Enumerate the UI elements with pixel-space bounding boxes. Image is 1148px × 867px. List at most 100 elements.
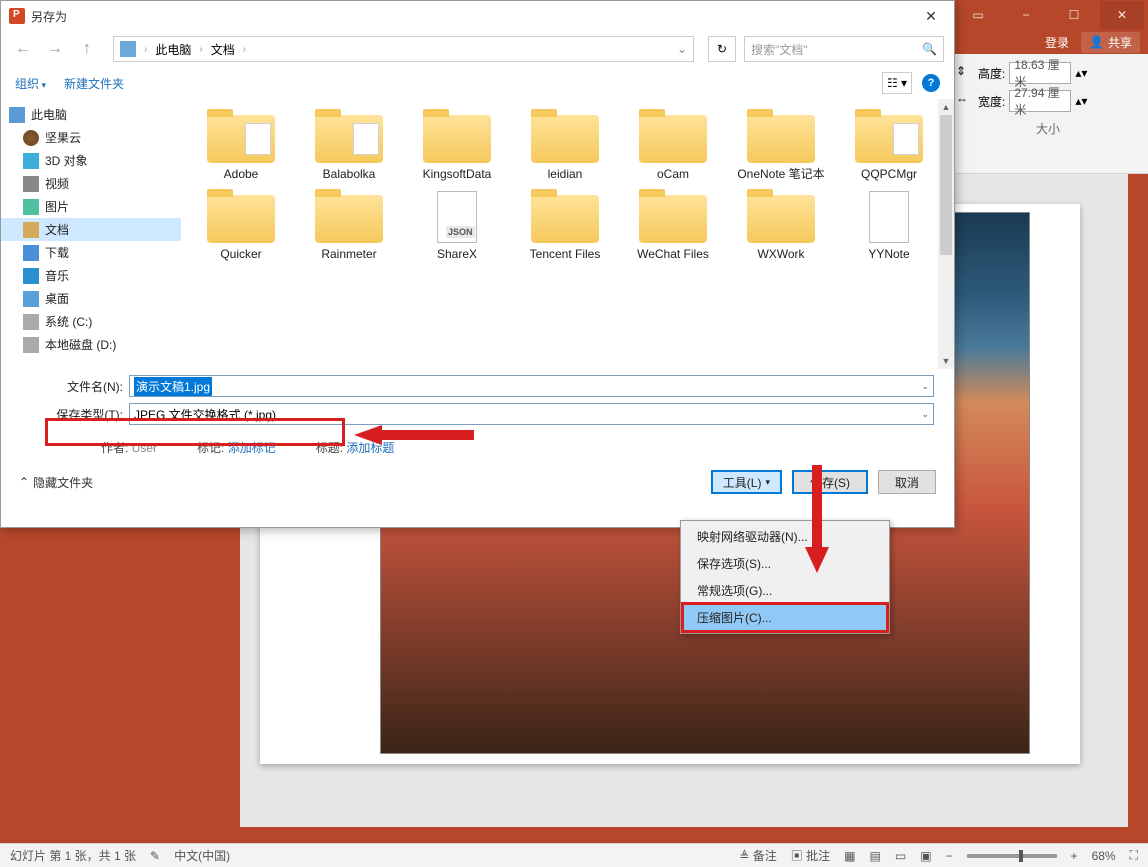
zoom-out-icon[interactable]: − [946,849,953,863]
file-item[interactable]: Rainmeter [299,189,399,261]
search-input[interactable]: 搜索"文档" 🔍 [744,36,944,62]
dialog-close-button[interactable]: ✕ [916,4,946,28]
view-normal-icon[interactable]: ▦ [844,849,855,863]
hide-folders-toggle[interactable]: ⌃ 隐藏文件夹 [19,474,93,491]
file-item[interactable]: KingsoftData [407,109,507,181]
notes-button[interactable]: ≜ 备注 [739,847,776,864]
powerpoint-icon [9,8,25,24]
view-slideshow-icon[interactable]: ▣ [920,849,931,863]
sidebar-item[interactable]: 视频 [1,172,181,195]
breadcrumb[interactable]: › 此电脑 › 文档 › ⌄ [113,36,694,62]
file-item[interactable]: QQPCMgr [839,109,939,181]
tools-button[interactable]: 工具(L) [711,470,782,494]
save-as-dialog: 另存为 ✕ ← → ↑ › 此电脑 › 文档 › ⌄ ↻ 搜索"文档" 🔍 组织… [0,0,955,528]
dialog-titlebar: 另存为 ✕ [1,1,954,31]
menu-item[interactable]: 保存选项(S)... [683,550,887,577]
view-sorter-icon[interactable]: ▤ [870,849,881,863]
close-button[interactable]: ✕ [1100,1,1144,29]
sidebar-label: 本地磁盘 (D:) [45,336,116,353]
chevron-right-icon[interactable]: › [195,44,206,55]
spellcheck-icon[interactable]: ✎ [150,849,160,863]
breadcrumb-root[interactable]: 此电脑 [155,41,191,58]
menu-item[interactable]: 常规选项(G)... [683,577,887,604]
comments-button[interactable]: ▣ 批注 [791,847,830,864]
share-button[interactable]: 👤 共享 [1081,32,1140,53]
chevron-down-icon[interactable]: ⌄ [677,42,687,56]
sidebar-item[interactable]: 此电脑 [1,103,181,126]
language-indicator[interactable]: 中文(中国) [174,847,230,864]
breadcrumb-folder[interactable]: 文档 [211,41,235,58]
chevron-right-icon[interactable]: › [239,44,250,55]
file-item[interactable]: Balabolka [299,109,399,181]
zoom-slider[interactable] [967,854,1057,858]
file-item[interactable]: YYNote [839,189,939,261]
file-item[interactable]: WeChat Files [623,189,723,261]
maximize-button[interactable]: ☐ [1052,1,1096,29]
sidebar-item[interactable]: 下载 [1,241,181,264]
menu-item[interactable]: 映射网络驱动器(N)... [683,523,887,550]
view-mode-button[interactable]: ☷ ▾ [882,72,912,94]
chevron-right-icon[interactable]: › [140,44,151,55]
sidebar-item[interactable]: 本地磁盘 (D:) [1,333,181,356]
new-folder-button[interactable]: 新建文件夹 [64,75,124,92]
forward-button[interactable]: → [43,37,67,61]
back-button[interactable]: ← [11,37,35,61]
login-link[interactable]: 登录 [1045,34,1069,51]
refresh-button[interactable]: ↻ [708,36,736,62]
filename-value: 演示文稿1.jpg [134,377,212,396]
file-item[interactable]: OneNote 笔记本 [731,109,831,181]
sidebar-item[interactable]: 桌面 [1,287,181,310]
menu-item[interactable]: 压缩图片(C)... [681,602,889,633]
sidebar-item[interactable]: 文档 [1,218,181,241]
sidebar-item[interactable]: 3D 对象 [1,149,181,172]
ppt-size-panel: ⇕ 高度: 18.63 厘米 ▴▾ ⇔ 宽度: 27.94 厘米 ▴▾ 大小 [948,54,1148,174]
chevron-down-icon[interactable]: ⌄ [921,381,929,392]
ribbon-options-icon[interactable]: ▭ [956,1,1000,29]
height-label: 高度: [978,65,1005,82]
sidebar-item[interactable]: 系统 (C:) [1,310,181,333]
sidebar-item[interactable]: 音乐 [1,264,181,287]
file-item[interactable]: Quicker [191,189,291,261]
fit-window-icon[interactable]: ⛶ [1130,848,1138,863]
file-item[interactable]: oCam [623,109,723,181]
up-button[interactable]: ↑ [75,37,99,61]
view-reading-icon[interactable]: ▭ [895,849,906,863]
zoom-percent[interactable]: 68% [1092,849,1116,863]
tags-add-link[interactable]: 添加标记 [228,441,276,455]
file-label: Tencent Files [530,247,601,261]
search-icon: 🔍 [922,42,937,56]
organize-button[interactable]: 组织 [15,75,46,92]
zoom-in-icon[interactable]: + [1071,849,1078,863]
spinner-icon[interactable]: ▴▾ [1075,66,1087,80]
search-placeholder: 搜索"文档" [751,41,808,58]
chevron-down-icon[interactable]: ⌄ [921,409,929,420]
file-label: QQPCMgr [861,167,917,181]
minimize-button[interactable]: − [1004,1,1048,29]
file-item[interactable]: Tencent Files [515,189,615,261]
filetype-select[interactable]: JPEG 文件交换格式 (*.jpg) ⌄ [129,403,934,425]
save-button[interactable]: 保存(S) [792,470,868,494]
file-item[interactable]: leidian [515,109,615,181]
file-item[interactable]: Adobe [191,109,291,181]
scroll-thumb[interactable] [940,115,952,255]
dialog-fields: 文件名(N): 演示文稿1.jpg ⌄ 保存类型(T): JPEG 文件交换格式… [1,369,954,437]
title-add-link[interactable]: 添加标题 [346,441,394,455]
height-input[interactable]: 18.63 厘米 [1009,62,1071,84]
author-value[interactable]: User [132,441,157,455]
file-label: Rainmeter [321,247,376,261]
file-item[interactable]: JSONShareX [407,189,507,261]
spinner-icon[interactable]: ▴▾ [1075,94,1087,108]
file-list: AdobeBalabolkaKingsoftDataleidianoCamOne… [181,99,954,369]
file-item[interactable]: WXWork [731,189,831,261]
sidebar-item[interactable]: 坚果云 [1,126,181,149]
help-button[interactable]: ? [922,74,940,92]
sidebar-item[interactable]: 图片 [1,195,181,218]
scrollbar[interactable]: ▲ ▼ [938,99,954,369]
filename-input[interactable]: 演示文稿1.jpg ⌄ [129,375,934,397]
width-input[interactable]: 27.94 厘米 [1009,90,1071,112]
scroll-down-icon[interactable]: ▼ [938,353,954,369]
folder-icon [23,199,39,215]
scroll-up-icon[interactable]: ▲ [938,99,954,115]
file-label: WeChat Files [637,247,709,261]
cancel-button[interactable]: 取消 [878,470,936,494]
